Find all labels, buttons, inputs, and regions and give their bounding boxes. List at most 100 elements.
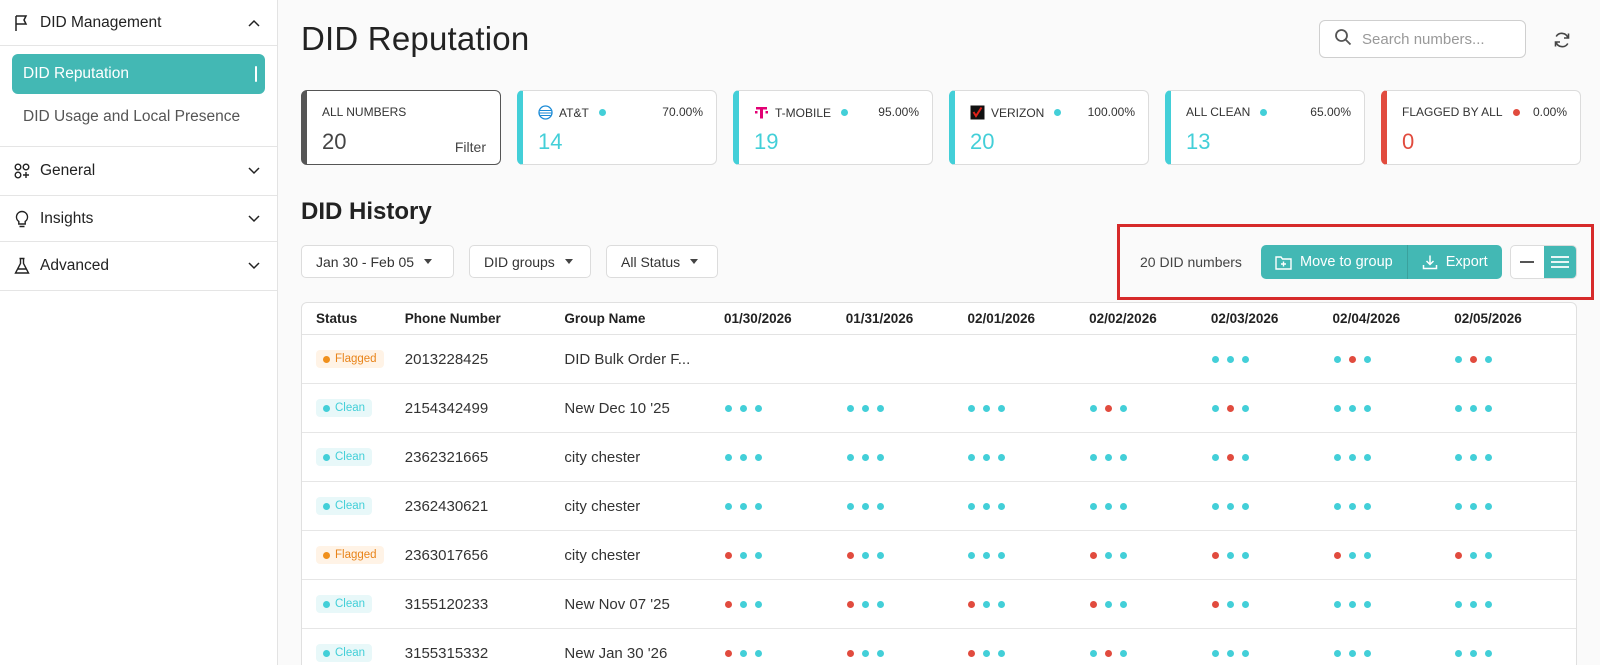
column-header-date[interactable]: 02/04/2026 [1333,311,1455,326]
clean-dot [983,453,991,461]
status-dot [323,600,330,608]
page-title: DID Reputation [301,20,530,57]
carrier-dots [1089,649,1211,657]
clean-dot [1485,404,1493,412]
clean-dot [861,649,869,657]
group-name-cell: city chester [564,448,641,466]
carrier-dots [1333,502,1455,510]
card-header: ALL CLEAN [1186,105,1268,119]
table-row[interactable]: Flagged 2363017656 city chester [302,531,1576,580]
column-header-group[interactable]: Group Name [564,311,724,326]
move-to-group-button[interactable]: Move to group [1261,245,1407,279]
clean-dot [861,551,869,559]
clean-dot [1455,355,1463,363]
carrier-status-cell [724,453,846,461]
carrier-dots [967,600,1089,608]
sidebar-section-general[interactable]: General [0,147,277,196]
column-header-date[interactable]: 02/01/2026 [967,311,1089,326]
carrier-status-cell [1211,355,1333,363]
sidebar-item-did-reputation[interactable]: DID Reputation [12,54,265,94]
column-header-date[interactable]: 02/05/2026 [1454,311,1576,326]
caret-down-icon [564,259,573,264]
table-row[interactable]: Clean 2362321665 city chester [302,433,1576,482]
table-row[interactable]: Flagged 2013228425 DID Bulk Order F... [302,335,1576,384]
carrier-status-cell [1089,600,1211,608]
stat-cards: ALL NUMBERS 20 Filter AT&T 70.00% 14 T-M… [301,90,1581,165]
column-header-date[interactable]: 01/30/2026 [724,311,846,326]
card-att[interactable]: AT&T 70.00% 14 [517,90,717,165]
clean-dot [1211,404,1219,412]
clean-dot [1241,404,1249,412]
date-range-dropdown[interactable]: Jan 30 - Feb 05 [301,245,454,278]
carrier-status-cell [967,453,1089,461]
column-header-date[interactable]: 01/31/2026 [846,311,968,326]
carrier-status-cell [724,404,846,412]
clean-dot [876,502,884,510]
table-row[interactable]: Clean 3155315332 New Jan 30 '26 [302,629,1576,665]
clean-dot [1363,355,1371,363]
carrier-dots [1211,649,1333,657]
status-label: Flagged [335,353,377,366]
card-all-numbers[interactable]: ALL NUMBERS 20 Filter [301,90,501,165]
clean-dot [755,502,763,510]
flagged-dot [846,600,854,608]
clean-dot [1333,355,1341,363]
table-row[interactable]: Clean 2362430621 city chester [302,482,1576,531]
clean-dot [861,453,869,461]
dropdown-label: Jan 30 - Feb 05 [316,253,415,270]
column-header-date[interactable]: 02/03/2026 [1211,311,1333,326]
clean-dot [998,600,1006,608]
card-all-clean[interactable]: ALL CLEAN 65.00% 13 [1165,90,1365,165]
export-button[interactable]: Export [1406,245,1502,279]
status-dot [1054,109,1062,116]
carrier-dots [1089,551,1211,559]
column-header-phone[interactable]: Phone Number [405,311,565,326]
status-dropdown[interactable]: All Status [606,245,718,278]
filter-link[interactable]: Filter [455,139,486,155]
chevron-down-icon [247,259,261,273]
list-view-button[interactable] [1543,246,1576,278]
card-percent: 0.00% [1532,105,1567,119]
clean-dot [968,502,976,510]
clean-dot [1090,502,1098,510]
clean-dot [1470,600,1478,608]
sidebar-section-did-management[interactable]: DID Management [0,0,277,46]
menu-icon [1550,256,1569,268]
clean-dot [1485,502,1493,510]
status-badge: Flagged [316,546,384,565]
sidebar-item-did-usage[interactable]: DID Usage and Local Presence [12,94,265,140]
column-header-status[interactable]: Status [302,311,405,326]
clean-dot [1455,649,1463,657]
refresh-button[interactable] [1551,29,1573,51]
card-header: FLAGGED BY ALL [1402,105,1520,119]
phone-number-cell: 2363017656 [404,546,489,564]
table-row[interactable]: Clean 3155120233 New Nov 07 '25 [302,580,1576,629]
flagged-dot [725,551,733,559]
carrier-status-cell [1454,502,1576,510]
clean-dot [1105,551,1113,559]
dropdown-label: DID groups [484,253,555,270]
sidebar-section-insights[interactable]: Insights [0,196,277,242]
carrier-status-cell [1211,404,1333,412]
search-box[interactable] [1319,20,1526,58]
clean-dot [740,453,748,461]
column-header-date[interactable]: 02/02/2026 [1089,311,1211,326]
carrier-status-cell [967,600,1089,608]
chevron-down-icon [247,164,261,178]
clean-dot [1485,600,1493,608]
table-row[interactable]: Clean 2154342499 New Dec 10 '25 [302,384,1576,433]
carrier-status-cell [1333,502,1455,510]
carrier-status-cell [846,551,968,559]
carrier-status-cell [846,502,968,510]
sidebar-section-advanced[interactable]: Advanced [0,242,277,291]
flagged-dot [1226,404,1234,412]
search-input[interactable] [1362,30,1512,48]
card-verizon[interactable]: VERIZON 100.00% 20 [949,90,1149,165]
clean-dot [1226,551,1234,559]
card-tmobile[interactable]: T-MOBILE 95.00% 19 [733,90,933,165]
compact-view-button[interactable] [1511,246,1544,278]
group-name-cell: New Nov 07 '25 [564,595,670,613]
did-groups-dropdown[interactable]: DID groups [469,245,591,278]
card-flagged-by-all[interactable]: FLAGGED BY ALL 0.00% 0 [1381,90,1581,165]
clean-dot [983,600,991,608]
